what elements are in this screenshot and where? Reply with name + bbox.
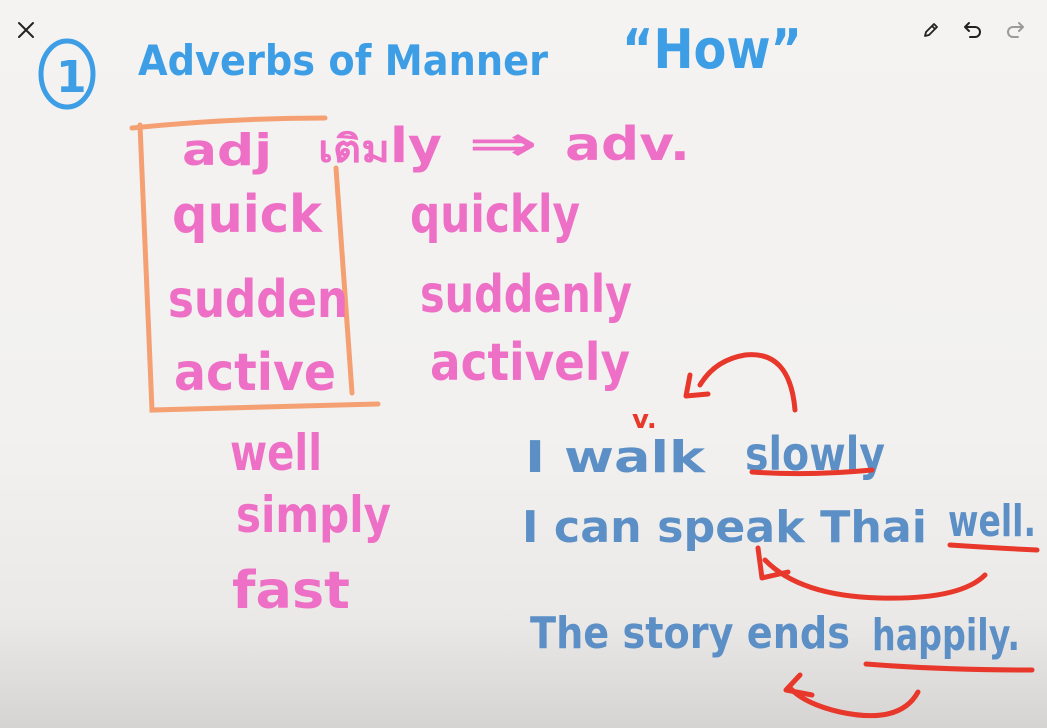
sentence-2-text: I can speak Thai xyxy=(522,502,927,553)
adverb-actively: actively xyxy=(430,333,630,393)
adverb-suddenly: suddenly xyxy=(420,265,632,325)
adjective-sudden: sudden xyxy=(168,270,348,330)
sentence-3-adverb: happily. xyxy=(872,610,1020,661)
whiteboard-canvas[interactable]: 1 Adverbs of Manner “How” adj เติม ly ⇒ … xyxy=(0,0,1047,728)
heading-title: Adverbs of Manner xyxy=(138,36,548,85)
heading-number: 1 xyxy=(56,52,87,103)
rule-thai-add: เติม xyxy=(318,127,390,171)
heading: 1 Adverbs of Manner “How” xyxy=(38,18,802,110)
rule-adv: adv. xyxy=(565,117,690,171)
rule-arrow: ⇒ xyxy=(468,116,538,172)
sentence-3: The story ends happily. xyxy=(530,608,1020,661)
arrow-happily xyxy=(783,672,921,719)
adverb-fast: fast xyxy=(232,561,350,621)
rule-adj: adj xyxy=(182,125,272,176)
adverb-quickly: quickly xyxy=(410,185,580,245)
rule-line: adj เติม ly ⇒ adv. xyxy=(182,116,690,176)
adverb-well: well xyxy=(230,424,322,482)
adjective-quick: quick xyxy=(172,185,323,245)
adjective-active: active xyxy=(174,343,336,403)
sentence-3-text: The story ends xyxy=(530,608,850,659)
verb-mark: v. xyxy=(632,405,657,435)
arrow-slowly xyxy=(683,352,798,413)
sentence-1-text: I walk xyxy=(525,432,707,483)
underline-happily xyxy=(863,661,1035,673)
heading-question: “How” xyxy=(622,18,802,81)
sentence-2-adverb: well. xyxy=(948,496,1036,547)
arrow-well xyxy=(755,545,988,601)
rule-ly: ly xyxy=(390,118,442,174)
adverb-simply: simply xyxy=(236,486,391,544)
